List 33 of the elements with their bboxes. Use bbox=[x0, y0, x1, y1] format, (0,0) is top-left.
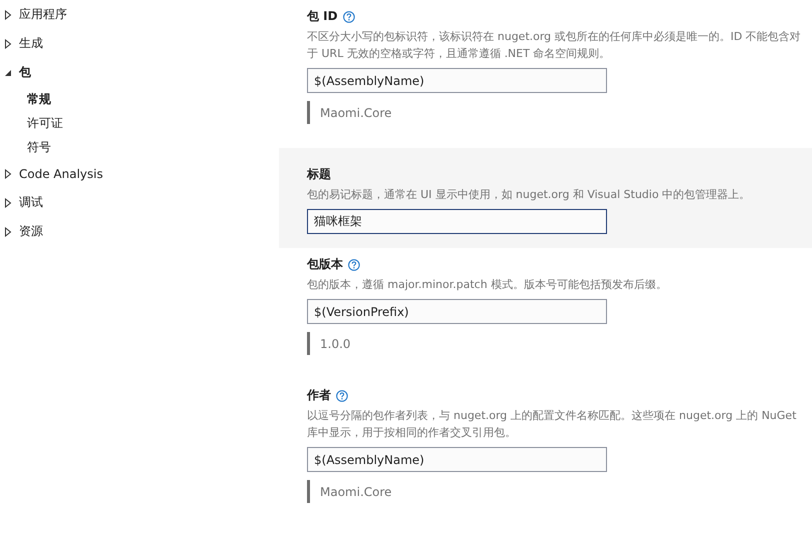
expanded-caret-icon[interactable] bbox=[4, 68, 12, 78]
text-field[interactable]: $(VersionPrefix) bbox=[307, 299, 607, 324]
text-field[interactable]: 猫咪框架 bbox=[307, 209, 607, 234]
setting-label: 作者 bbox=[307, 387, 331, 404]
evaluated-value: 1.0.0 bbox=[307, 332, 812, 355]
collapsed-caret-icon[interactable] bbox=[4, 198, 12, 208]
tree-item[interactable]: 符号 bbox=[0, 135, 279, 159]
help-icon[interactable] bbox=[342, 10, 355, 22]
setting-label: 包 ID bbox=[307, 8, 338, 25]
tree-item[interactable]: 包 bbox=[19, 64, 31, 81]
tree-item[interactable]: 生成 bbox=[19, 35, 43, 52]
tree-item[interactable]: 应用程序 bbox=[19, 6, 67, 23]
text-field[interactable]: $(AssemblyName) bbox=[307, 447, 607, 472]
collapsed-caret-icon[interactable] bbox=[4, 226, 12, 236]
setting-label: 标题 bbox=[307, 166, 331, 183]
evaluated-value: Maomi.Core bbox=[307, 101, 812, 124]
tree-item[interactable]: 常规 bbox=[0, 87, 279, 111]
setting-description: 不区分大小写的包标识符，该标识符在 nuget.org 或包所在的任何库中必须是唯一的。ID 不能包含对于 URL 无效的空格或字符，且通常遵循 .NET 命名空间规则。 bbox=[307, 29, 802, 62]
tree-item[interactable]: Code Analysis bbox=[19, 166, 103, 180]
tree-item[interactable]: 调试 bbox=[19, 194, 43, 211]
collapsed-caret-icon[interactable] bbox=[4, 10, 12, 20]
setting-label: 包版本 bbox=[307, 256, 343, 273]
collapsed-caret-icon[interactable] bbox=[4, 168, 12, 178]
collapsed-caret-icon[interactable] bbox=[4, 38, 12, 48]
help-icon[interactable] bbox=[336, 390, 348, 402]
evaluated-value: Maomi.Core bbox=[307, 480, 812, 503]
tree-item[interactable]: 许可证 bbox=[0, 111, 279, 135]
setting-description: 包的版本，遵循 major.minor.patch 模式。版本号可能包括预发布后缀。 bbox=[307, 277, 668, 293]
tree-item[interactable]: 资源 bbox=[19, 223, 43, 240]
text-field[interactable]: $(AssemblyName) bbox=[307, 68, 607, 93]
setting-description: 以逗号分隔的包作者列表，与 nuget.org 上的配置文件名称匹配。这些项在 nuget.org 上的 NuGet 库中显示，用于按相同的作者交叉引用包。 bbox=[307, 408, 798, 441]
help-icon[interactable] bbox=[348, 258, 360, 270]
setting-description: 包的易记标题，通常在 UI 显示中使用，如 nuget.org 和 Visual Studio 中的包管理器上。 bbox=[307, 187, 752, 203]
